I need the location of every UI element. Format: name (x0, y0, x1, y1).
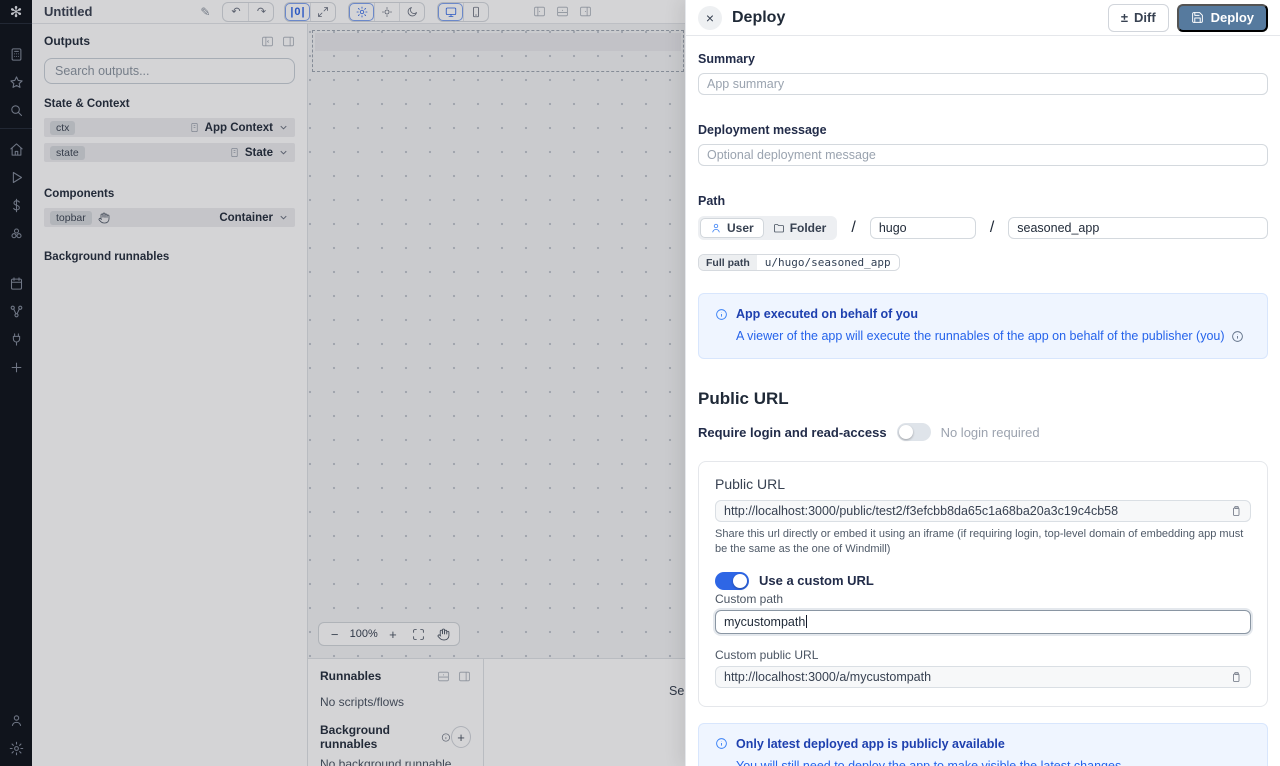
custom-public-url-label: Custom public URL (715, 648, 1251, 662)
close-icon[interactable]: × (698, 6, 722, 30)
latest-deploy-info-box: Only latest deployed app is publicly ava… (698, 723, 1268, 766)
summary-label: Summary (698, 52, 1268, 66)
owner-kind-toggle: User Folder (698, 216, 837, 240)
copy-icon[interactable] (1230, 671, 1242, 683)
path-label: Path (698, 194, 1268, 208)
diff-button[interactable]: ± Diff (1108, 4, 1169, 32)
path-separator: / (990, 219, 994, 237)
drawer-backdrop[interactable] (0, 0, 685, 766)
custom-public-url-field[interactable]: http://localhost:3000/a/mycustompath (715, 666, 1251, 688)
copy-icon[interactable] (1230, 505, 1242, 517)
require-login-label: Require login and read-access (698, 425, 887, 440)
info-icon (715, 737, 728, 750)
summary-input[interactable] (698, 73, 1268, 95)
save-icon (1191, 11, 1204, 24)
public-url-heading: Public URL (698, 389, 1268, 409)
owner-kind-folder[interactable]: Folder (764, 219, 836, 237)
user-icon (710, 222, 722, 234)
deploy-button[interactable]: Deploy (1177, 4, 1268, 32)
deploy-drawer: × Deploy ± Diff Deploy Summary Deploymen… (685, 0, 1280, 766)
custom-path-input[interactable]: mycustompath (715, 610, 1251, 634)
info-icon[interactable] (1231, 330, 1244, 343)
path-owner-input[interactable] (870, 217, 976, 239)
deployment-message-input[interactable] (698, 144, 1268, 166)
public-url-label: Public URL (715, 476, 1251, 492)
behalf-info-box: App executed on behalf of you A viewer o… (698, 293, 1268, 359)
custom-url-toggle-label: Use a custom URL (759, 573, 874, 588)
share-helper-text: Share this url directly or embed it usin… (715, 527, 1251, 558)
owner-kind-user[interactable]: User (700, 218, 764, 238)
info-icon (715, 308, 728, 321)
custom-path-label: Custom path (715, 592, 1251, 606)
login-status-text: No login required (941, 425, 1040, 440)
custom-url-toggle[interactable] (715, 572, 749, 590)
public-url-field[interactable]: http://localhost:3000/public/test2/f3efc… (715, 500, 1251, 522)
folder-icon (773, 222, 785, 234)
deployment-message-label: Deployment message (698, 123, 1268, 137)
public-url-card: Public URL http://localhost:3000/public/… (698, 461, 1268, 707)
text-cursor (806, 615, 807, 628)
path-name-input[interactable] (1008, 217, 1268, 239)
require-login-toggle[interactable] (897, 423, 931, 441)
drawer-title: Deploy (732, 9, 785, 27)
path-separator: / (851, 219, 855, 237)
plus-minus-icon: ± (1121, 10, 1128, 25)
full-path-badge: Full path u/hugo/seasoned_app (698, 254, 900, 271)
